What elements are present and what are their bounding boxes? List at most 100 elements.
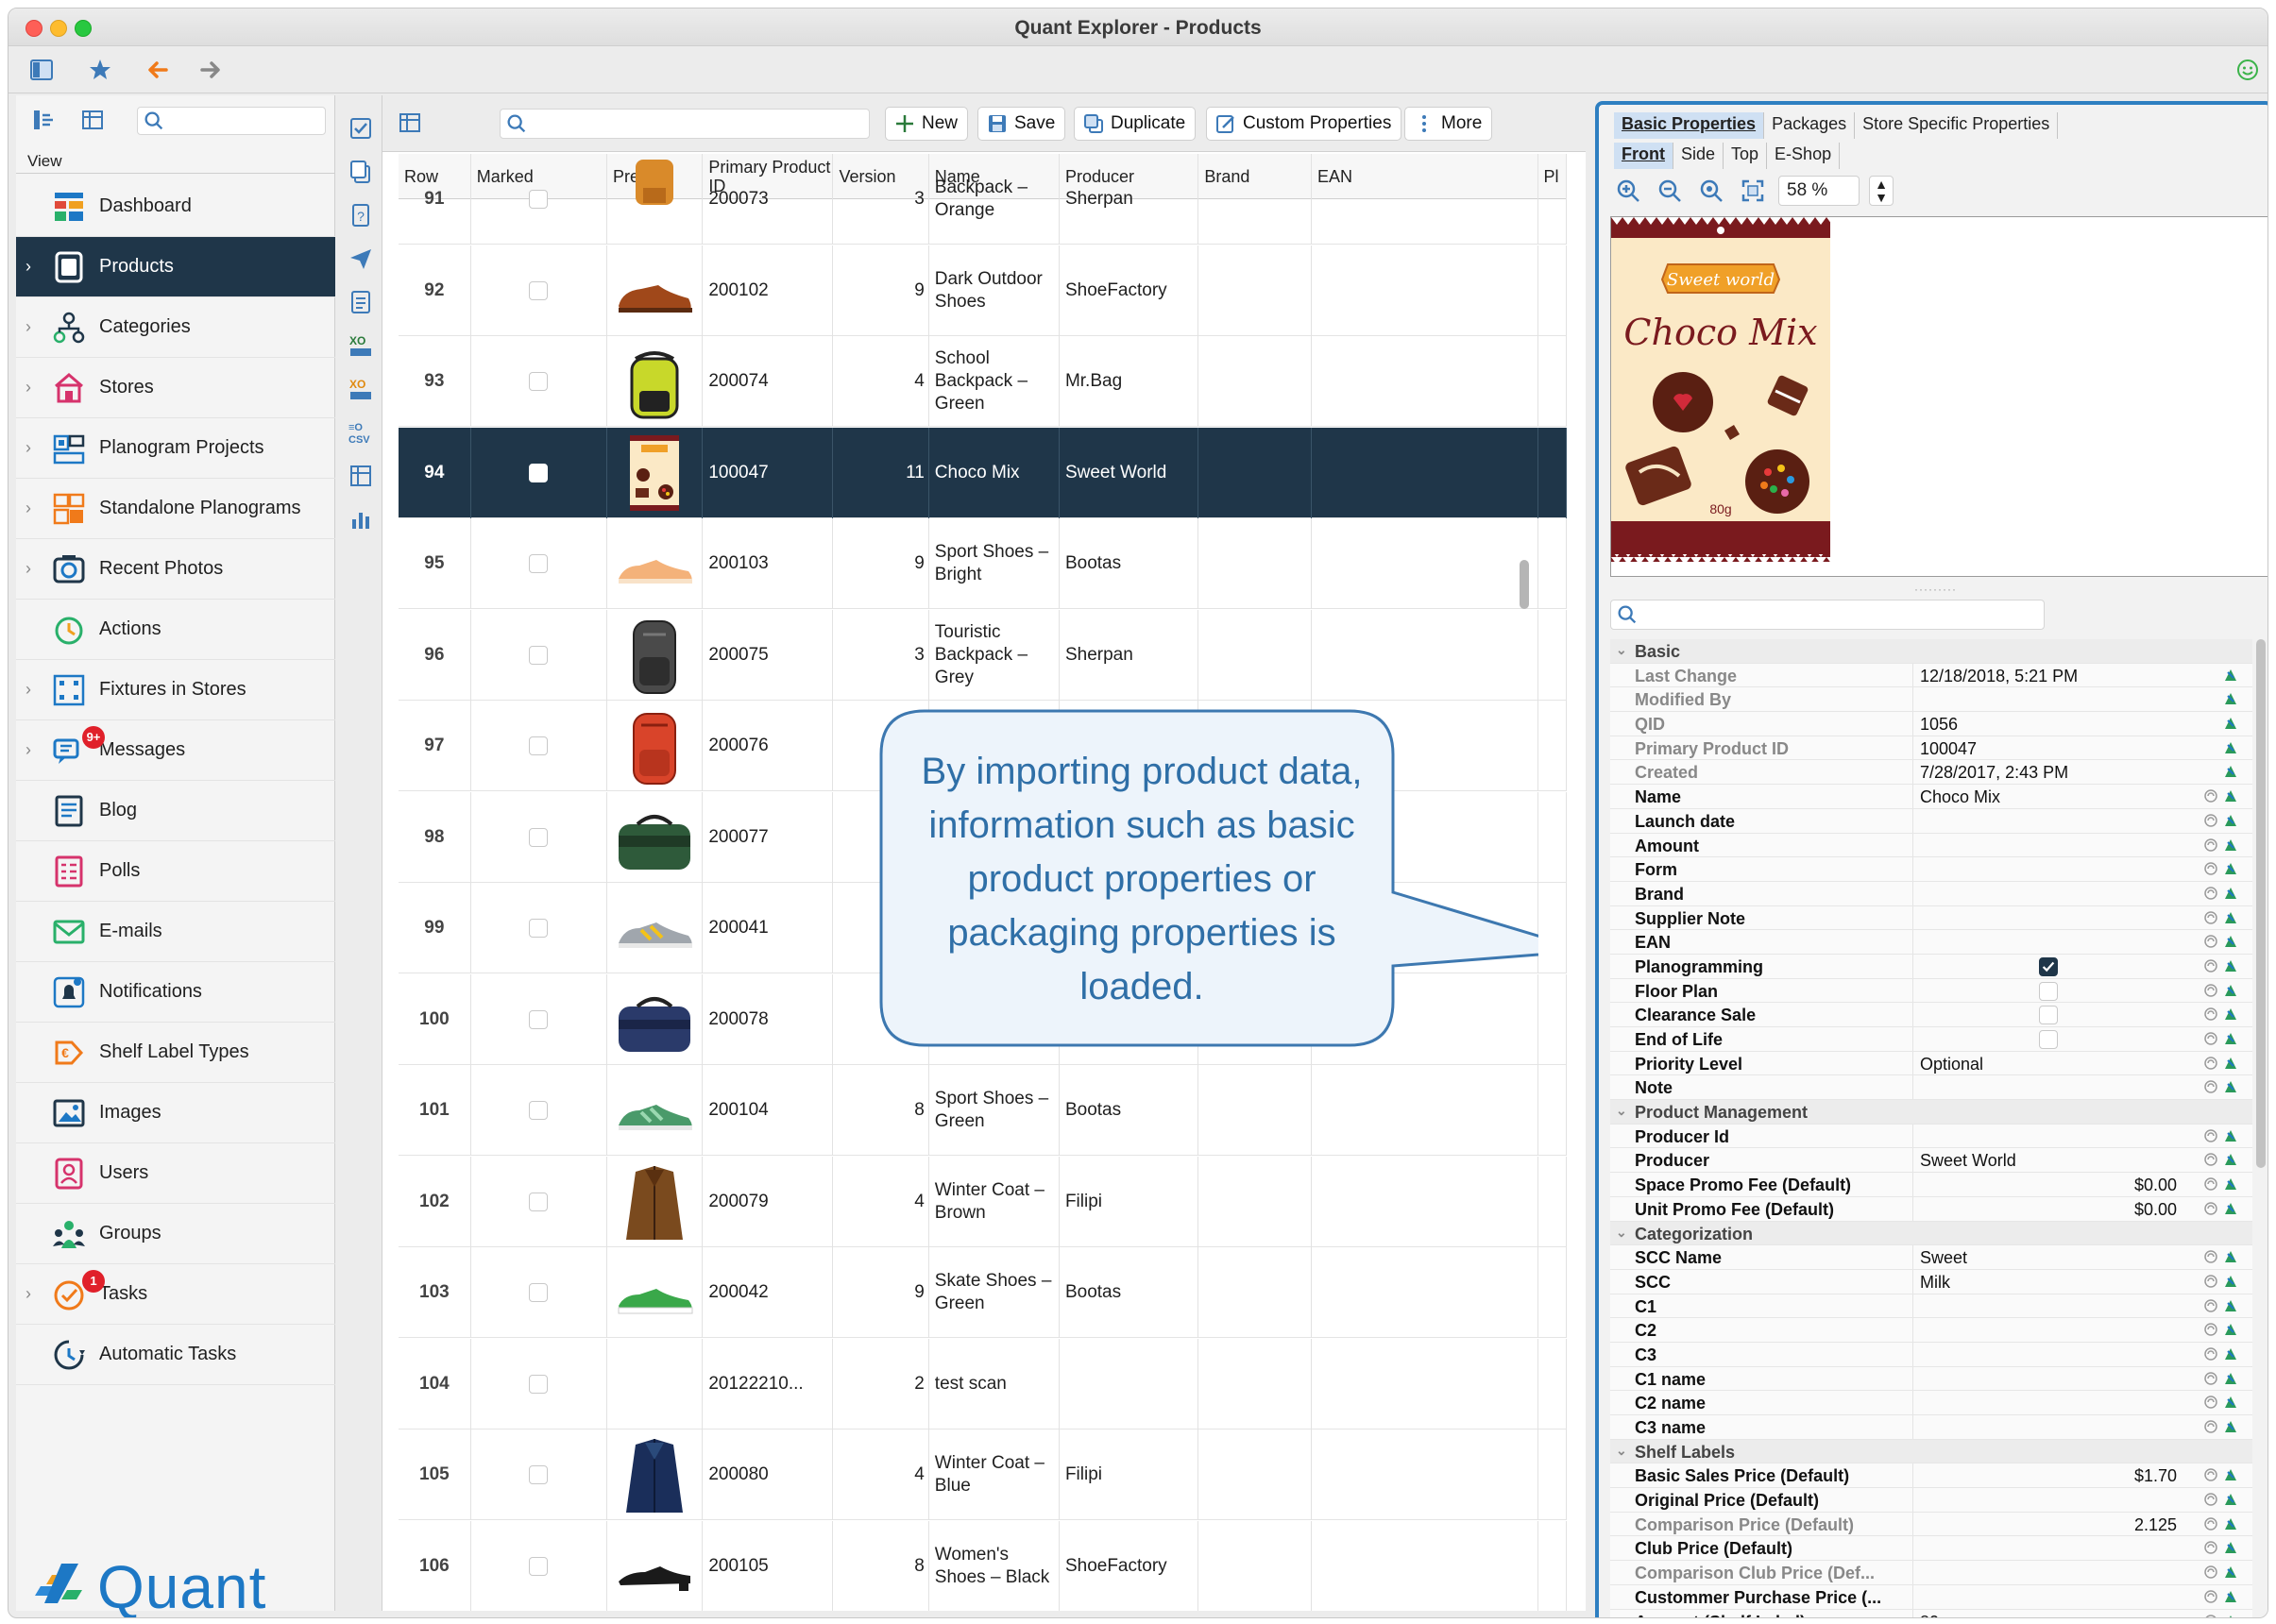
mark-checkbox[interactable] <box>529 1009 549 1029</box>
property-row[interactable]: C3 name <box>1610 1415 2252 1440</box>
nav-item-e-mails[interactable]: E-mails <box>16 902 335 962</box>
reset-icon[interactable] <box>2203 1249 2218 1264</box>
property-value[interactable]: 2.125 <box>2134 1515 2177 1535</box>
nav-item-standalone-planograms[interactable]: › Standalone Planograms <box>16 479 335 539</box>
nav-item-shelf-label-types[interactable]: € Shelf Label Types <box>16 1023 335 1083</box>
chevron-right-icon[interactable]: › <box>25 499 37 518</box>
property-row[interactable]: Clearance Sale <box>1610 1003 2252 1027</box>
mark-checkbox[interactable] <box>529 463 549 482</box>
chevron-right-icon[interactable]: › <box>25 317 37 337</box>
property-checkbox[interactable] <box>2039 1006 2058 1025</box>
send-button[interactable] <box>345 243 377 275</box>
property-row[interactable]: Launch date <box>1610 808 2252 834</box>
mark-checkbox[interactable] <box>529 736 549 755</box>
property-value[interactable]: 7/28/2017, 2:43 PM <box>1920 763 2068 783</box>
products-search-input[interactable] <box>500 109 870 139</box>
export-xml-button[interactable]: XO <box>345 330 377 362</box>
mark-checkbox[interactable] <box>529 1465 549 1484</box>
reset-icon[interactable] <box>2203 934 2218 949</box>
reset-icon[interactable] <box>2203 861 2218 876</box>
reset-icon[interactable] <box>2203 1371 2218 1386</box>
reset-icon[interactable] <box>2203 1007 2218 1022</box>
nav-item-polls[interactable]: Polls <box>16 841 335 902</box>
property-row[interactable]: Floor Plan <box>1610 978 2252 1004</box>
list-button[interactable] <box>345 286 377 318</box>
property-row[interactable]: Unit Promo Fee (Default) $0.00 <box>1610 1196 2252 1222</box>
table-scrollbar[interactable] <box>1520 560 1529 609</box>
nav-tree-toggle-button[interactable] <box>27 105 59 135</box>
table-row[interactable]: 95 200103 9 Sport Shoes – Bright Bootas <box>399 518 1567 609</box>
product-image-viewer[interactable]: Sweet world Choco Mix 80g <box>1610 216 2268 577</box>
nav-item-stores[interactable]: › Stores <box>16 358 335 418</box>
property-row[interactable]: Note <box>1610 1075 2252 1101</box>
status-button[interactable] <box>2232 55 2264 85</box>
property-group-header[interactable]: ⌄ Shelf Labels <box>1610 1439 2252 1464</box>
property-row[interactable]: C3 <box>1610 1342 2252 1367</box>
chevron-right-icon[interactable]: › <box>25 680 37 700</box>
property-group-header[interactable]: ⌄ Basic <box>1610 639 2252 664</box>
property-row[interactable]: Created 7/28/2017, 2:43 PM <box>1610 760 2252 786</box>
nav-item-recent-photos[interactable]: › Recent Photos <box>16 539 335 600</box>
property-row[interactable]: Producer Sweet World <box>1610 1148 2252 1174</box>
reset-icon[interactable] <box>2203 1614 2218 1617</box>
property-row[interactable]: Brand <box>1610 881 2252 906</box>
property-row[interactable]: End of Life <box>1610 1027 2252 1052</box>
nav-item-messages[interactable]: › Messages 9+ <box>16 720 335 781</box>
property-value[interactable]: 12/18/2018, 5:21 PM <box>1920 667 2078 686</box>
custom-properties-button[interactable]: Custom Properties <box>1206 107 1402 141</box>
nav-item-products[interactable]: › Products <box>16 237 335 297</box>
save-button[interactable]: Save <box>977 107 1066 141</box>
property-row[interactable]: Supplier Note <box>1610 905 2252 931</box>
reset-icon[interactable] <box>2203 1492 2218 1507</box>
property-row[interactable]: SCC Name Sweet <box>1610 1245 2252 1270</box>
mark-checkbox[interactable] <box>529 280 549 300</box>
nav-item-actions[interactable]: Actions <box>16 600 335 660</box>
nav-search-input[interactable] <box>137 107 326 135</box>
property-checkbox[interactable] <box>2039 956 2058 976</box>
pane-splitter[interactable]: ········· <box>1599 579 2268 596</box>
chevron-down-icon[interactable]: ⌄ <box>1616 1225 1627 1241</box>
property-row[interactable]: Producer Id <box>1610 1124 2252 1149</box>
table-row[interactable]: 94 100047 11 Choco Mix Sweet World <box>399 427 1567 518</box>
copy-button[interactable] <box>345 156 377 188</box>
reset-icon[interactable] <box>2203 1079 2218 1094</box>
property-row[interactable]: Custommer Purchase Price (... <box>1610 1584 2252 1610</box>
reset-icon[interactable] <box>2203 958 2218 973</box>
mark-checkbox[interactable] <box>529 190 549 209</box>
nav-item-categories[interactable]: › Categories <box>16 297 335 358</box>
zoom-in-button[interactable] <box>1612 175 1644 207</box>
reset-icon[interactable] <box>2203 1395 2218 1410</box>
back-button[interactable] <box>141 55 173 85</box>
property-value[interactable]: $1.70 <box>2134 1466 2177 1486</box>
mark-checkbox[interactable] <box>529 827 549 847</box>
property-value[interactable]: $0.00 <box>2134 1176 2177 1195</box>
nav-item-blog[interactable]: Blog <box>16 781 335 841</box>
property-row[interactable]: Amount <box>1610 833 2252 858</box>
table-row[interactable]: 104 20122210... 2 test scan <box>399 1338 1567 1429</box>
property-value[interactable]: Sweet World <box>1920 1151 2016 1171</box>
property-row[interactable]: C1 name <box>1610 1366 2252 1392</box>
mark-checkbox[interactable] <box>529 1192 549 1211</box>
view-tab-side[interactable]: Side <box>1673 143 1724 169</box>
property-group-header[interactable]: ⌄ Categorization <box>1610 1221 2252 1246</box>
property-group-header[interactable]: ⌄ Product Management <box>1610 1100 2252 1125</box>
reset-icon[interactable] <box>2203 1176 2218 1192</box>
property-row[interactable]: Club Price (Default) <box>1610 1536 2252 1562</box>
chevron-right-icon[interactable]: › <box>25 257 37 277</box>
view-tab-e-shop[interactable]: E-Shop <box>1767 143 1841 169</box>
tab-packages[interactable]: Packages <box>1764 112 1856 139</box>
property-row[interactable]: Comparison Price (Default) 2.125 <box>1610 1512 2252 1537</box>
nav-item-users[interactable]: Users <box>16 1143 335 1204</box>
properties-scrollbar[interactable] <box>2256 639 2266 1168</box>
chevron-right-icon[interactable]: › <box>25 378 37 398</box>
reset-icon[interactable] <box>2203 1346 2218 1362</box>
import-xml-button[interactable]: XO <box>345 373 377 405</box>
nav-item-groups[interactable]: Groups <box>16 1204 335 1264</box>
chevron-down-icon[interactable]: ⌄ <box>1616 1103 1627 1119</box>
reset-icon[interactable] <box>2203 1056 2218 1071</box>
chevron-down-icon[interactable]: ⌄ <box>1616 1443 1627 1459</box>
reset-icon[interactable] <box>2203 813 2218 828</box>
property-row[interactable]: C2 name <box>1610 1391 2252 1415</box>
mark-checkbox[interactable] <box>529 919 549 938</box>
reset-icon[interactable] <box>2203 1419 2218 1434</box>
